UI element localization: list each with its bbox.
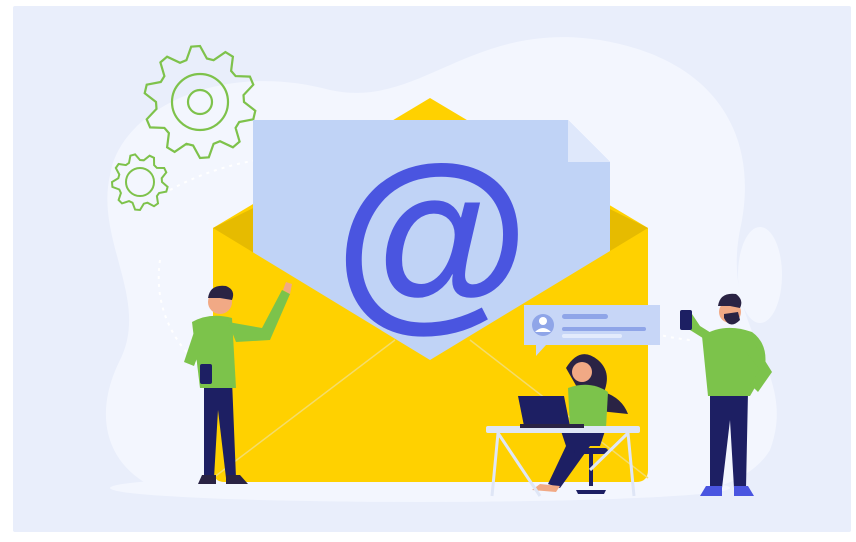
email-marketing-illustration: @ <box>0 0 856 542</box>
smartphone-icon <box>200 364 212 384</box>
smartphone-icon <box>680 310 692 330</box>
background-blob-small <box>738 227 782 323</box>
at-sign-icon: @ <box>334 125 529 348</box>
